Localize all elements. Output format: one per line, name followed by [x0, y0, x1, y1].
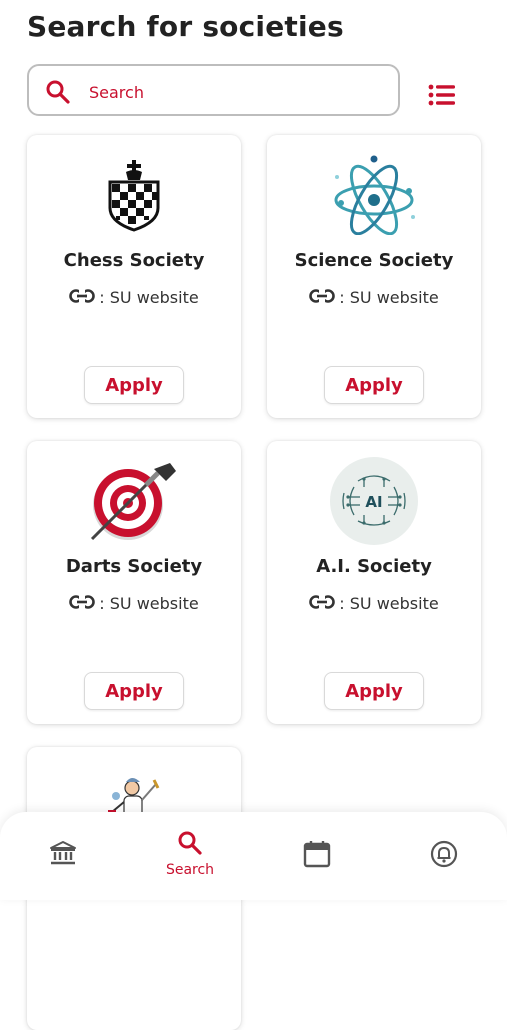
website-link[interactable]: : SU website: [267, 594, 481, 613]
website-link-text: : SU website: [99, 594, 199, 613]
nav-calendar[interactable]: [254, 812, 380, 900]
chess-king-icon: [27, 153, 241, 237]
search-icon: [45, 79, 71, 109]
society-name: Chess Society: [63, 250, 205, 271]
apply-button[interactable]: Apply: [84, 672, 184, 710]
website-link[interactable]: : SU website: [267, 288, 481, 307]
nav-search-label: Search: [165, 862, 215, 878]
list-icon: [428, 84, 456, 110]
society-card-ai: AI A.I. Society : SU website Apply: [267, 441, 481, 724]
website-link[interactable]: : SU website: [27, 594, 241, 613]
nav-search[interactable]: Search: [127, 812, 253, 900]
website-link-text: : SU website: [99, 288, 199, 307]
link-icon: [309, 288, 336, 307]
nav-notifications[interactable]: [381, 812, 507, 900]
nav-home[interactable]: [0, 812, 126, 900]
society-name: Darts Society: [65, 556, 203, 577]
link-icon: [69, 594, 96, 613]
apply-button[interactable]: Apply: [84, 366, 184, 404]
society-name: A.I. Society: [316, 556, 432, 577]
link-icon: [69, 288, 96, 307]
institution-icon: [49, 840, 77, 870]
society-card-science: Science Society : SU website Apply: [267, 135, 481, 418]
society-name: Science Society: [294, 250, 454, 271]
search-bar[interactable]: [27, 64, 400, 116]
calendar-icon: [303, 840, 331, 872]
link-icon: [309, 594, 336, 613]
page-title: Search for societies: [27, 10, 344, 43]
bottom-nav: Search: [0, 812, 507, 900]
website-link[interactable]: : SU website: [27, 288, 241, 307]
website-link-text: : SU website: [339, 288, 439, 307]
ai-brain-icon: AI: [330, 457, 418, 545]
society-card-chess: Chess Society : SU website Apply: [27, 135, 241, 418]
notification-icon: [430, 840, 458, 872]
filter-list-button[interactable]: [428, 84, 456, 110]
ai-logo-text: AI: [365, 493, 382, 511]
search-input[interactable]: [87, 76, 391, 108]
search-icon: [177, 830, 203, 860]
atom-icon: [267, 153, 481, 237]
dartboard-icon: [27, 459, 241, 543]
society-card-darts: Darts Society : SU website Apply: [27, 441, 241, 724]
apply-button[interactable]: Apply: [324, 366, 424, 404]
apply-button[interactable]: Apply: [324, 672, 424, 710]
website-link-text: : SU website: [339, 594, 439, 613]
